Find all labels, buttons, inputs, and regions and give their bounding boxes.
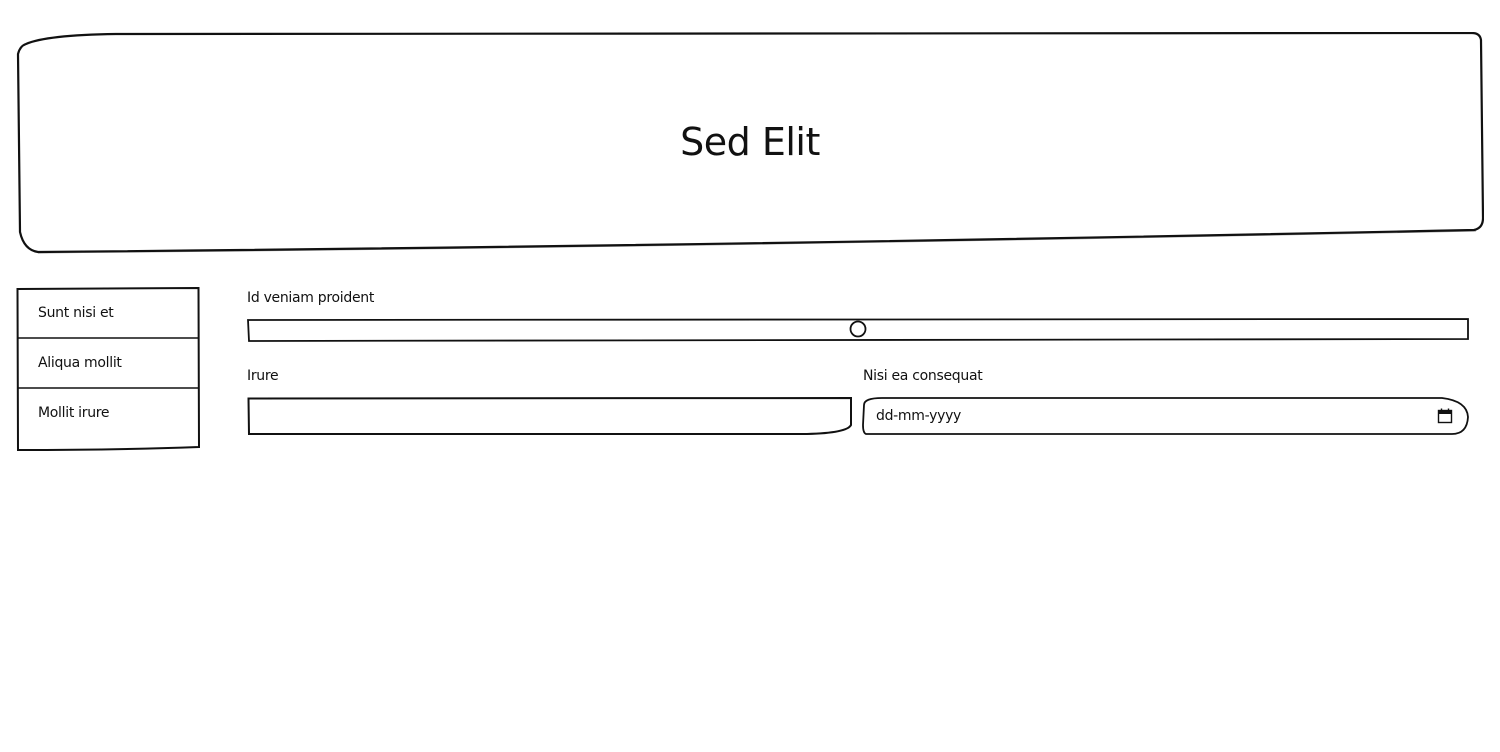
irure-input[interactable] <box>251 401 853 429</box>
sidebar-nav: Sunt nisi et Aliqua mollit Mollit irure <box>16 287 200 452</box>
sidebar-item-label: Aliqua mollit <box>38 355 122 371</box>
sidebar-item-label: Sunt nisi et <box>38 305 114 321</box>
range-track <box>247 318 1469 342</box>
date-placeholder: dd-mm-yyyy <box>876 408 962 424</box>
date-field[interactable]: dd-mm-yyyy <box>862 397 1469 435</box>
irure-label: Irure <box>247 368 279 384</box>
irure-field-wrapper <box>247 397 853 435</box>
range-slider[interactable] <box>247 318 1469 342</box>
range-label: Id veniam proident <box>247 290 375 306</box>
sidebar-item-mollit-irure[interactable]: Mollit irure <box>16 388 200 438</box>
calendar-icon[interactable] <box>1437 408 1453 424</box>
sidebar-item-sunt-nisi-et[interactable]: Sunt nisi et <box>16 288 200 338</box>
page: Sed Elit Sunt nisi et Aliqua mollit Moll… <box>0 0 1500 752</box>
range-thumb[interactable] <box>849 320 867 338</box>
date-label: Nisi ea consequat <box>863 368 983 384</box>
sidebar-item-label: Mollit irure <box>38 405 110 421</box>
page-title: Sed Elit <box>680 120 820 164</box>
header-banner: Sed Elit <box>16 32 1484 254</box>
sidebar-item-aliqua-mollit[interactable]: Aliqua mollit <box>16 338 200 388</box>
